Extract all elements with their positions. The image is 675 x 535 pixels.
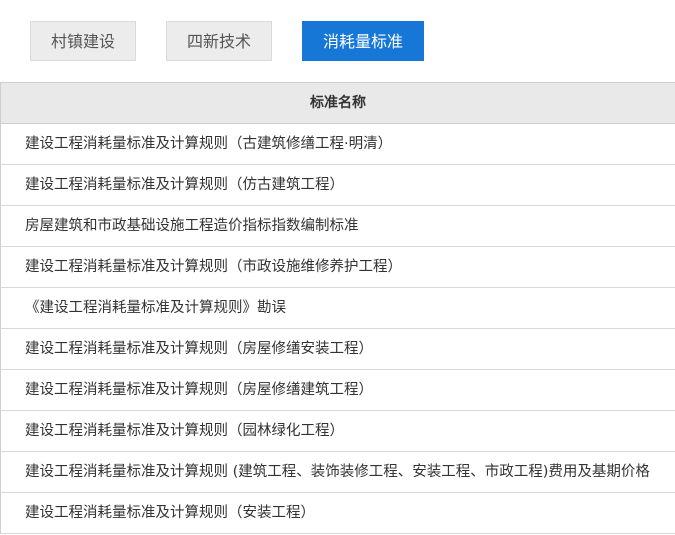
table-row[interactable]: 建设工程消耗量标准及计算规则（安装工程） <box>0 493 675 534</box>
table-row[interactable]: 建设工程消耗量标准及计算规则（古建筑修缮工程·明清） <box>0 124 675 165</box>
tab-village-construction[interactable]: 村镇建设 <box>30 21 136 61</box>
table-row[interactable]: 建设工程消耗量标准及计算规则 (建筑工程、装饰装修工程、安装工程、市政工程)费用… <box>0 452 675 493</box>
table-row[interactable]: 《建设工程消耗量标准及计算规则》勘误 <box>0 288 675 329</box>
table-header: 标准名称 <box>0 83 675 124</box>
table-row[interactable]: 房屋建筑和市政基础设施工程造价指标指数编制标准 <box>0 206 675 247</box>
standards-table: 标准名称 建设工程消耗量标准及计算规则（古建筑修缮工程·明清） 建设工程消耗量标… <box>0 82 675 534</box>
table-row[interactable]: 建设工程消耗量标准及计算规则（园林绿化工程） <box>0 411 675 452</box>
table-row[interactable]: 建设工程消耗量标准及计算规则（房屋修缮建筑工程） <box>0 370 675 411</box>
table-row[interactable]: 建设工程消耗量标准及计算规则（仿古建筑工程） <box>0 165 675 206</box>
tab-new-technology[interactable]: 四新技术 <box>166 21 272 61</box>
tab-consumption-standard[interactable]: 消耗量标准 <box>302 21 424 61</box>
table-row[interactable]: 建设工程消耗量标准及计算规则（房屋修缮安装工程） <box>0 329 675 370</box>
page: 村镇建设 四新技术 消耗量标准 标准名称 建设工程消耗量标准及计算规则（古建筑修… <box>0 0 675 535</box>
table-row[interactable]: 建设工程消耗量标准及计算规则（市政设施维修养护工程） <box>0 247 675 288</box>
